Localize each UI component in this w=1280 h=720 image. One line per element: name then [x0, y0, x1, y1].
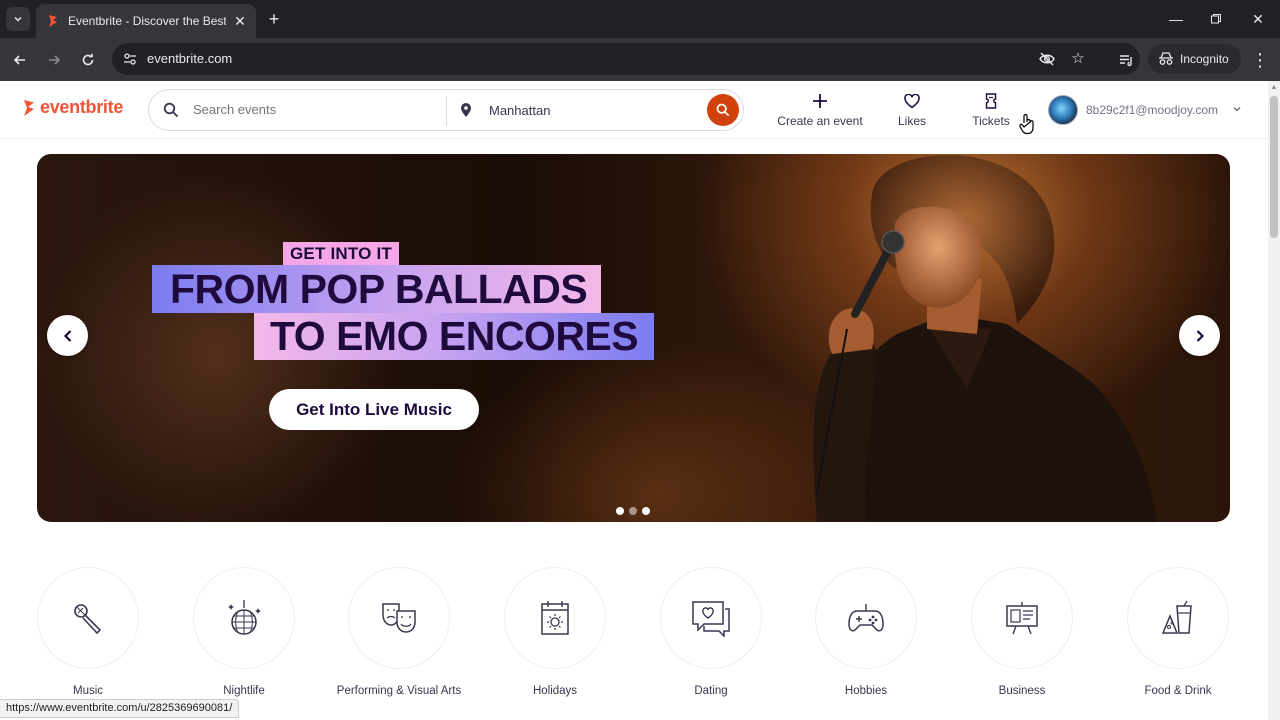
close-window-icon[interactable]: ✕	[1248, 9, 1268, 29]
hero-headline-line1: FROM POP BALLADS	[152, 265, 601, 313]
chevron-down-icon	[1232, 104, 1242, 117]
status-bar-url: https://www.eventbrite.com/u/28253696900…	[0, 699, 239, 718]
browser-toolbar: eventbrite.com ☆ Incognito ⋮	[0, 38, 1280, 81]
create-event-button[interactable]: Create an event	[776, 91, 864, 128]
location-pin-icon	[459, 102, 473, 118]
eye-off-icon[interactable]	[1038, 50, 1056, 68]
tab-search-button[interactable]	[6, 7, 30, 31]
tickets-button[interactable]: Tickets	[970, 91, 1012, 128]
incognito-indicator[interactable]: Incognito	[1148, 44, 1241, 74]
plus-icon	[812, 93, 828, 109]
url-text[interactable]: eventbrite.com	[147, 51, 232, 66]
search-divider	[446, 96, 447, 126]
scrollbar-thumb[interactable]	[1270, 96, 1278, 238]
search-events-input[interactable]	[193, 102, 433, 117]
likes-button[interactable]: Likes	[892, 91, 932, 128]
category-label: Dating	[646, 684, 776, 699]
category-circle	[971, 567, 1073, 669]
chat-heart-icon	[690, 599, 732, 637]
category-business[interactable]: Business	[957, 567, 1087, 699]
reload-icon[interactable]	[76, 48, 100, 72]
search-bar: Manhattan	[148, 89, 744, 131]
minimize-icon[interactable]: —	[1166, 9, 1186, 29]
disco-ball-icon	[224, 598, 264, 638]
likes-label: Likes	[898, 114, 926, 128]
presentation-board-icon	[1004, 600, 1040, 636]
drinks-icon	[1160, 600, 1196, 636]
chevron-right-icon	[1194, 329, 1206, 343]
singer-illustration	[777, 154, 1197, 522]
location-input[interactable]: Manhattan	[489, 103, 550, 118]
site-header: eventbrite Manhattan Create an event Lik…	[0, 81, 1268, 139]
carousel-dot-2[interactable]	[629, 507, 637, 515]
category-circle	[504, 567, 606, 669]
back-arrow-icon[interactable]	[8, 48, 32, 72]
category-label: Holidays	[490, 684, 620, 699]
search-icon	[163, 102, 179, 118]
category-performing-visual-arts[interactable]: Performing & Visual Arts	[334, 567, 464, 699]
chevron-left-icon	[62, 329, 74, 343]
get-into-live-music-button[interactable]: Get Into Live Music	[269, 389, 479, 430]
category-circle	[348, 567, 450, 669]
hero-headline-line2: TO EMO ENCORES	[254, 313, 654, 360]
gamepad-icon	[847, 602, 885, 634]
ticket-icon	[985, 93, 997, 109]
site-settings-icon[interactable]	[122, 51, 138, 67]
category-food-drink[interactable]: Food & Drink	[1113, 567, 1243, 699]
microphone-icon	[70, 600, 106, 636]
carousel-dots	[616, 507, 650, 515]
search-submit-button[interactable]	[707, 94, 739, 126]
category-hobbies[interactable]: Hobbies	[801, 567, 931, 699]
category-dating[interactable]: Dating	[646, 567, 776, 699]
address-bar[interactable]: eventbrite.com ☆	[112, 43, 1140, 75]
category-label: Nightlife	[179, 684, 309, 699]
new-tab-button[interactable]: +	[264, 9, 284, 29]
user-menu[interactable]: 8b29c2f1@moodjoy.com	[1048, 95, 1242, 125]
category-music[interactable]: Music	[23, 567, 153, 699]
category-circle	[37, 567, 139, 669]
eventbrite-logo[interactable]: eventbrite	[22, 97, 123, 118]
restore-icon[interactable]	[1206, 9, 1226, 29]
tab-title: Eventbrite - Discover the Best L	[68, 14, 226, 28]
carousel-next-button[interactable]	[1179, 315, 1220, 356]
carousel-dot-3[interactable]	[642, 507, 650, 515]
avatar	[1048, 95, 1078, 125]
hand-cursor-icon	[1018, 113, 1036, 135]
incognito-label: Incognito	[1180, 52, 1229, 66]
browser-tab[interactable]: Eventbrite - Discover the Best L ✕	[36, 4, 256, 38]
user-email: 8b29c2f1@moodjoy.com	[1086, 103, 1218, 117]
category-label: Music	[23, 684, 153, 699]
carousel-dot-1[interactable]	[616, 507, 624, 515]
category-label: Business	[957, 684, 1087, 699]
heart-icon	[904, 94, 920, 109]
search-icon	[716, 103, 730, 117]
category-circle	[815, 567, 917, 669]
category-circle	[193, 567, 295, 669]
create-event-label: Create an event	[777, 114, 862, 128]
eventbrite-logo-icon	[22, 99, 36, 117]
media-controls-icon[interactable]	[1114, 48, 1138, 72]
star-bookmark-icon[interactable]: ☆	[1069, 50, 1087, 68]
theater-masks-icon	[380, 599, 418, 637]
category-circle	[660, 567, 762, 669]
eventbrite-favicon-icon	[46, 14, 60, 28]
category-circle	[1127, 567, 1229, 669]
scroll-up-arrow-icon[interactable]: ▲	[1270, 84, 1278, 92]
category-label: Food & Drink	[1113, 684, 1243, 699]
hero-tagline: GET INTO IT	[283, 242, 399, 266]
tickets-label: Tickets	[972, 114, 1010, 128]
chevron-down-icon	[13, 14, 23, 24]
calendar-sun-icon	[538, 599, 572, 637]
forward-arrow-icon[interactable]	[42, 48, 66, 72]
browser-tab-bar: Eventbrite - Discover the Best L ✕ + — ✕	[0, 0, 1280, 38]
category-nightlife[interactable]: Nightlife	[179, 567, 309, 699]
tab-close-icon[interactable]: ✕	[232, 13, 248, 30]
carousel-prev-button[interactable]	[47, 315, 88, 356]
incognito-icon	[1158, 52, 1174, 66]
category-label: Hobbies	[801, 684, 931, 699]
category-holidays[interactable]: Holidays	[490, 567, 620, 699]
more-menu-icon[interactable]: ⋮	[1250, 48, 1270, 72]
category-label: Performing & Visual Arts	[334, 684, 464, 699]
